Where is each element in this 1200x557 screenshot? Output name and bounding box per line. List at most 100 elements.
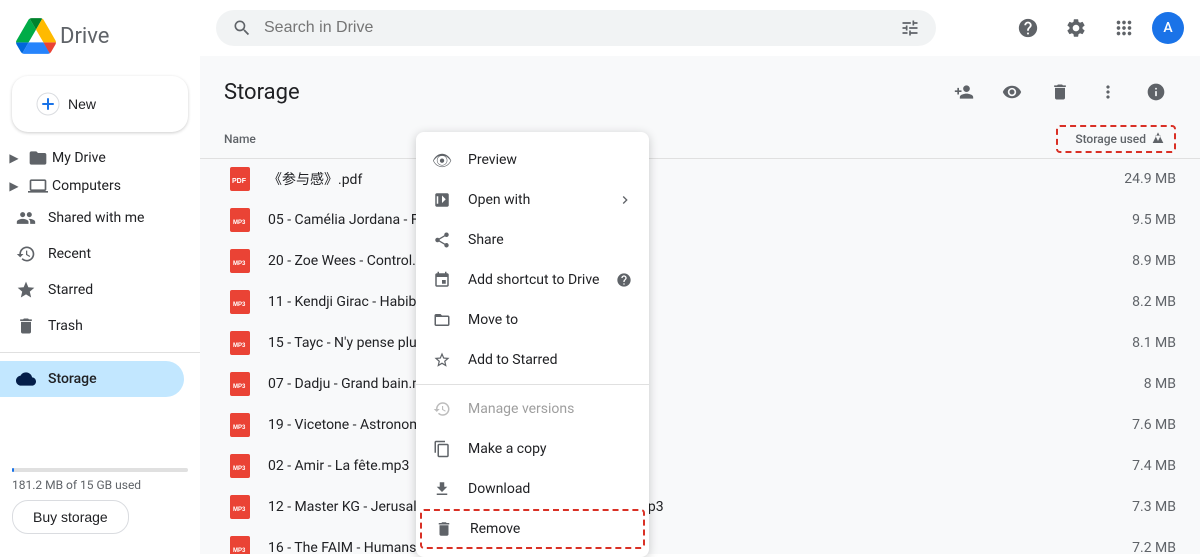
table-row[interactable]: MP3 15 - Tayc - N'y pense plus.mp3 8.1 M… <box>200 323 1200 364</box>
svg-text:MP3: MP3 <box>233 466 246 472</box>
storage-used-text: 181.2 MB of 15 GB used <box>12 478 188 492</box>
menu-item-make-copy[interactable]: Make a copy <box>416 429 649 469</box>
file-type-icon: MP3 <box>224 491 256 523</box>
file-type-icon: MP3 <box>224 409 256 441</box>
context-menu: 👁 Preview Open with Share Add shortcut t… <box>416 132 649 557</box>
svg-text:MP3: MP3 <box>233 302 246 308</box>
svg-text:PDF: PDF <box>232 178 247 185</box>
buy-storage-button[interactable]: Buy storage <box>12 500 129 534</box>
table-row[interactable]: MP3 16 - The FAIM - Humans.mp3 7.2 MB <box>200 528 1200 554</box>
new-button-label: New <box>68 96 96 112</box>
table-row[interactable]: MP3 05 - Camélia Jordana - Facile.mp3 9.… <box>200 200 1200 241</box>
help-button[interactable] <box>1008 8 1048 48</box>
nav-my-drive[interactable]: ▶ My Drive <box>0 144 184 172</box>
eye-icon: 👁 <box>432 150 452 170</box>
content-header: Storage <box>200 56 1200 120</box>
nav-recent[interactable]: Recent <box>0 236 184 272</box>
clock-icon <box>16 244 36 264</box>
table-row[interactable]: MP3 02 - Amir - La fête.mp3 7.4 MB <box>200 446 1200 487</box>
file-table: Name Storage used PDF 《参与感》.pdf 24.9 MB … <box>200 120 1200 554</box>
star-outline-icon <box>432 350 452 370</box>
cloud-icon <box>16 369 36 389</box>
my-drive-label: My Drive <box>52 150 106 166</box>
nav-starred[interactable]: Starred <box>0 272 184 308</box>
page-title: Storage <box>224 80 944 105</box>
svg-text:MP3: MP3 <box>233 384 246 390</box>
main-area: A Storage Name Stora <box>200 0 1200 554</box>
search-icon <box>232 18 252 38</box>
shared-with-me-label: Shared with me <box>48 210 144 226</box>
recent-label: Recent <box>48 246 91 262</box>
nav-trash[interactable]: Trash <box>0 308 184 344</box>
file-type-icon: MP3 <box>224 245 256 277</box>
file-size: 7.4 MB <box>1056 458 1176 474</box>
menu-item-move-to[interactable]: Move to <box>416 300 649 340</box>
menu-item-open-with[interactable]: Open with <box>416 180 649 220</box>
file-name: 02 - Amir - La fête.mp3 <box>268 458 1056 474</box>
table-row[interactable]: MP3 12 - Master KG - Jerusalema (feat. N… <box>200 487 1200 528</box>
avatar[interactable]: A <box>1152 12 1184 44</box>
col-storage-header[interactable]: Storage used <box>1056 125 1176 153</box>
apps-button[interactable] <box>1104 8 1144 48</box>
storage-label: Storage <box>48 371 97 387</box>
menu-item-add-shortcut[interactable]: Add shortcut to Drive <box>416 260 649 300</box>
info-button[interactable] <box>1136 72 1176 112</box>
preview-button[interactable] <box>992 72 1032 112</box>
menu-item-manage-versions: Manage versions <box>416 389 649 429</box>
trash-label: Trash <box>48 318 83 334</box>
table-row[interactable]: MP3 20 - Zoe Wees - Control.mp3 8.9 MB <box>200 241 1200 282</box>
menu-item-share[interactable]: Share <box>416 220 649 260</box>
nav-shared-with-me[interactable]: Shared with me <box>0 200 184 236</box>
file-type-icon: MP3 <box>224 368 256 400</box>
settings-button[interactable] <box>1056 8 1096 48</box>
file-name: 19 - Vicetone - Astronomia.mp3 <box>268 417 1056 433</box>
filter-icon[interactable] <box>900 18 920 38</box>
menu-item-download[interactable]: Download <box>416 469 649 509</box>
menu-item-label: Add to Starred <box>468 352 557 368</box>
file-size: 24.9 MB <box>1056 171 1176 187</box>
menu-item-label: Preview <box>468 152 517 168</box>
trash-icon <box>16 316 36 336</box>
menu-item-preview[interactable]: 👁 Preview <box>416 140 649 180</box>
add-people-button[interactable] <box>944 72 984 112</box>
nav-computers[interactable]: ▶ Computers <box>0 172 184 200</box>
file-size: 9.5 MB <box>1056 212 1176 228</box>
file-name: 11 - Kendji Girac - Habibi.mp3 <box>268 294 1056 310</box>
more-options-button[interactable] <box>1088 72 1128 112</box>
storage-bar-bg <box>12 468 188 472</box>
folder-move-icon <box>432 310 452 330</box>
file-name: 07 - Dadju - Grand bain.mp3 <box>268 376 1056 392</box>
search-bar-container[interactable] <box>216 10 936 46</box>
trash-icon <box>434 519 454 539</box>
file-type-icon: PDF <box>224 163 256 195</box>
file-type-icon: MP3 <box>224 532 256 554</box>
search-input[interactable] <box>264 19 888 37</box>
file-size: 8.9 MB <box>1056 253 1176 269</box>
copy-icon <box>432 439 452 459</box>
table-row[interactable]: MP3 07 - Dadju - Grand bain.mp3 8 MB <box>200 364 1200 405</box>
menu-divider <box>416 384 649 385</box>
file-rows: PDF 《参与感》.pdf 24.9 MB MP3 05 - Camélia J… <box>200 159 1200 554</box>
delete-button[interactable] <box>1040 72 1080 112</box>
table-row[interactable]: MP3 19 - Vicetone - Astronomia.mp3 7.6 M… <box>200 405 1200 446</box>
people-icon <box>16 208 36 228</box>
header-actions <box>944 72 1176 112</box>
menu-item-add-starred[interactable]: Add to Starred <box>416 340 649 380</box>
help-icon[interactable] <box>615 271 633 289</box>
nav-storage[interactable]: Storage <box>0 361 184 397</box>
computers-label: Computers <box>52 178 121 194</box>
file-type-icon: MP3 <box>224 204 256 236</box>
table-row[interactable]: PDF 《参与感》.pdf 24.9 MB <box>200 159 1200 200</box>
menu-item-remove[interactable]: Remove <box>420 509 645 549</box>
file-name: 20 - Zoe Wees - Control.mp3 <box>268 253 1056 269</box>
svg-text:MP3: MP3 <box>233 507 246 513</box>
logo-area: Drive <box>0 8 200 72</box>
chevron-right-icon-computers: ▶ <box>4 176 24 196</box>
new-button[interactable]: New <box>12 76 188 132</box>
file-size: 7.6 MB <box>1056 417 1176 433</box>
menu-item-label: Download <box>468 481 530 497</box>
menu-item-label: Manage versions <box>468 401 574 417</box>
file-name: 16 - The FAIM - Humans.mp3 <box>268 540 1056 554</box>
sidebar: Drive New ▶ My Drive ▶ Computers Shared … <box>0 0 200 554</box>
table-row[interactable]: MP3 11 - Kendji Girac - Habibi.mp3 8.2 M… <box>200 282 1200 323</box>
